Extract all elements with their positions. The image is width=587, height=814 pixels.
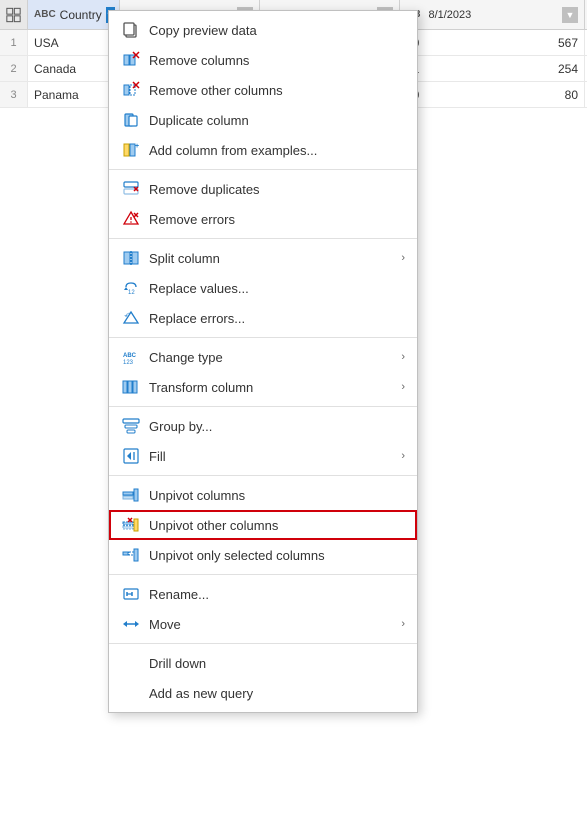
menu-item-duplicate-column[interactable]: Duplicate column	[109, 105, 417, 135]
duplicate-icon	[121, 110, 141, 130]
group-by-icon	[121, 416, 141, 436]
add-examples-icon: +	[121, 140, 141, 160]
col-country-label: Country	[60, 8, 102, 22]
transform-icon	[121, 377, 141, 397]
copy-icon	[121, 20, 141, 40]
rename-icon	[121, 584, 141, 604]
remove-cols-icon	[121, 50, 141, 70]
menu-label-unpivot-selected: Unpivot only selected columns	[149, 548, 405, 563]
menu-item-move[interactable]: Move ›	[109, 609, 417, 639]
svg-text:+: +	[135, 143, 139, 150]
menu-label-replace-values: Replace values...	[149, 281, 405, 296]
split-submenu-arrow: ›	[401, 252, 405, 264]
menu-label-fill: Fill	[149, 449, 393, 464]
context-menu: Copy preview data Remove columns Remove …	[108, 10, 418, 713]
menu-item-fill[interactable]: Fill ›	[109, 441, 417, 471]
menu-item-replace-errors[interactable]: Replace errors...	[109, 303, 417, 333]
separator-7	[109, 643, 417, 644]
menu-label-transform-column: Transform column	[149, 380, 393, 395]
menu-item-remove-duplicates[interactable]: Remove duplicates	[109, 174, 417, 204]
menu-label-remove-duplicates: Remove duplicates	[149, 182, 405, 197]
menu-item-remove-columns[interactable]: Remove columns	[109, 45, 417, 75]
cell-rownum-3: 3	[0, 82, 28, 107]
move-icon	[121, 614, 141, 634]
fill-submenu-arrow: ›	[401, 450, 405, 462]
menu-label-split-column: Split column	[149, 251, 393, 266]
menu-item-split-column[interactable]: Split column ›	[109, 243, 417, 273]
remove-other-cols-icon	[121, 80, 141, 100]
add-new-query-placeholder	[121, 683, 141, 703]
change-type-submenu-arrow: ›	[401, 351, 405, 363]
menu-item-remove-errors[interactable]: Remove errors	[109, 204, 417, 234]
fill-icon	[121, 446, 141, 466]
separator-5	[109, 475, 417, 476]
menu-label-remove-other-columns: Remove other columns	[149, 83, 405, 98]
remove-dupes-icon	[121, 179, 141, 199]
separator-6	[109, 574, 417, 575]
separator-3	[109, 337, 417, 338]
unpivot-icon	[121, 485, 141, 505]
menu-label-unpivot-other-columns: Unpivot other columns	[149, 518, 405, 533]
menu-label-group-by: Group by...	[149, 419, 405, 434]
cell-lastcol-1: 50 567	[400, 30, 585, 55]
cell-rownum-1: 1	[0, 30, 28, 55]
menu-label-copy-preview: Copy preview data	[149, 23, 405, 38]
drill-down-placeholder	[121, 653, 141, 673]
menu-label-remove-errors: Remove errors	[149, 212, 405, 227]
col-header-country[interactable]: ABC Country ▼	[28, 0, 120, 29]
type-icon-abc: ABC	[34, 9, 56, 20]
menu-item-rename[interactable]: Rename...	[109, 579, 417, 609]
menu-label-add-column-examples: Add column from examples...	[149, 143, 405, 158]
svg-text:ABC: ABC	[123, 353, 137, 359]
cell-country-2: Canada	[28, 56, 120, 81]
menu-item-unpivot-selected[interactable]: Unpivot only selected columns	[109, 540, 417, 570]
menu-item-unpivot-other-columns[interactable]: Unpivot other columns	[109, 510, 417, 540]
remove-errors-icon	[121, 209, 141, 229]
replace-vals-icon: 12	[121, 278, 141, 298]
unpivot-selected-icon	[121, 545, 141, 565]
menu-item-add-column-examples[interactable]: + Add column from examples...	[109, 135, 417, 165]
menu-label-drill-down: Drill down	[149, 656, 405, 671]
menu-item-unpivot-columns[interactable]: Unpivot columns	[109, 480, 417, 510]
menu-item-transform-column[interactable]: Transform column ›	[109, 372, 417, 402]
col-lastcol-dropdown[interactable]: ▼	[562, 7, 578, 23]
split-icon	[121, 248, 141, 268]
menu-item-remove-other-columns[interactable]: Remove other columns	[109, 75, 417, 105]
cell-country-1: USA	[28, 30, 120, 55]
transform-submenu-arrow: ›	[401, 381, 405, 393]
col-header-lastcol[interactable]: 1²3 8/1/2023 ▼	[400, 0, 585, 29]
change-type-icon: ABC 123	[121, 347, 141, 367]
menu-label-move: Move	[149, 617, 393, 632]
menu-label-remove-columns: Remove columns	[149, 53, 405, 68]
menu-label-unpivot-columns: Unpivot columns	[149, 488, 405, 503]
separator-2	[109, 238, 417, 239]
col-header-rownum	[0, 0, 28, 29]
menu-label-duplicate-column: Duplicate column	[149, 113, 405, 128]
menu-item-copy-preview[interactable]: Copy preview data	[109, 15, 417, 45]
unpivot-other-icon	[121, 515, 141, 535]
move-submenu-arrow: ›	[401, 618, 405, 630]
menu-item-change-type[interactable]: ABC 123 Change type ›	[109, 342, 417, 372]
replace-errors-icon	[121, 308, 141, 328]
cell-lastcol-3: 40 80	[400, 82, 585, 107]
cell-lastcol-2: 21 254	[400, 56, 585, 81]
menu-item-add-new-query[interactable]: Add as new query	[109, 678, 417, 708]
menu-item-drill-down[interactable]: Drill down	[109, 648, 417, 678]
menu-item-group-by[interactable]: Group by...	[109, 411, 417, 441]
menu-label-change-type: Change type	[149, 350, 393, 365]
menu-label-rename: Rename...	[149, 587, 405, 602]
cell-rownum-2: 2	[0, 56, 28, 81]
cell-country-3: Panama	[28, 82, 120, 107]
svg-text:123: 123	[123, 360, 134, 366]
col-lastcol-val: 8/1/2023	[428, 9, 471, 21]
separator-4	[109, 406, 417, 407]
menu-label-add-new-query: Add as new query	[149, 686, 405, 701]
separator-1	[109, 169, 417, 170]
menu-item-replace-values[interactable]: 12 Replace values...	[109, 273, 417, 303]
menu-label-replace-errors: Replace errors...	[149, 311, 405, 326]
svg-text:12: 12	[128, 290, 135, 296]
